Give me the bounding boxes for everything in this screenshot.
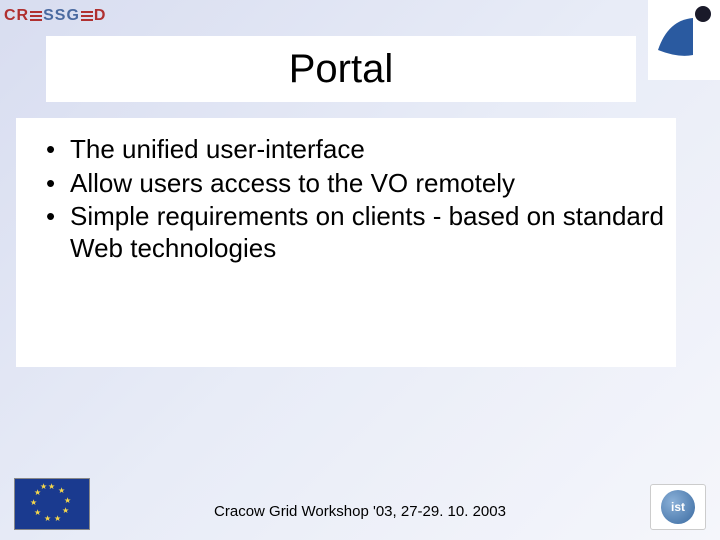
ist-logo-icon: ist [650,484,706,530]
bullet-item: Simple requirements on clients - based o… [46,201,664,264]
crossgrid-logo: CRSSGD [4,4,114,28]
bullet-list: The unified user-interface Allow users a… [28,134,664,265]
bullet-item: The unified user-interface [46,134,664,166]
slide-body: The unified user-interface Allow users a… [16,118,676,367]
partner-logo [648,0,720,80]
bullet-item: Allow users access to the VO remotely [46,168,664,200]
slide-footer: Cracow Grid Workshop '03, 27-29. 10. 200… [0,503,720,520]
slide-title: Portal [289,47,394,92]
slide-title-box: Portal [46,36,636,102]
